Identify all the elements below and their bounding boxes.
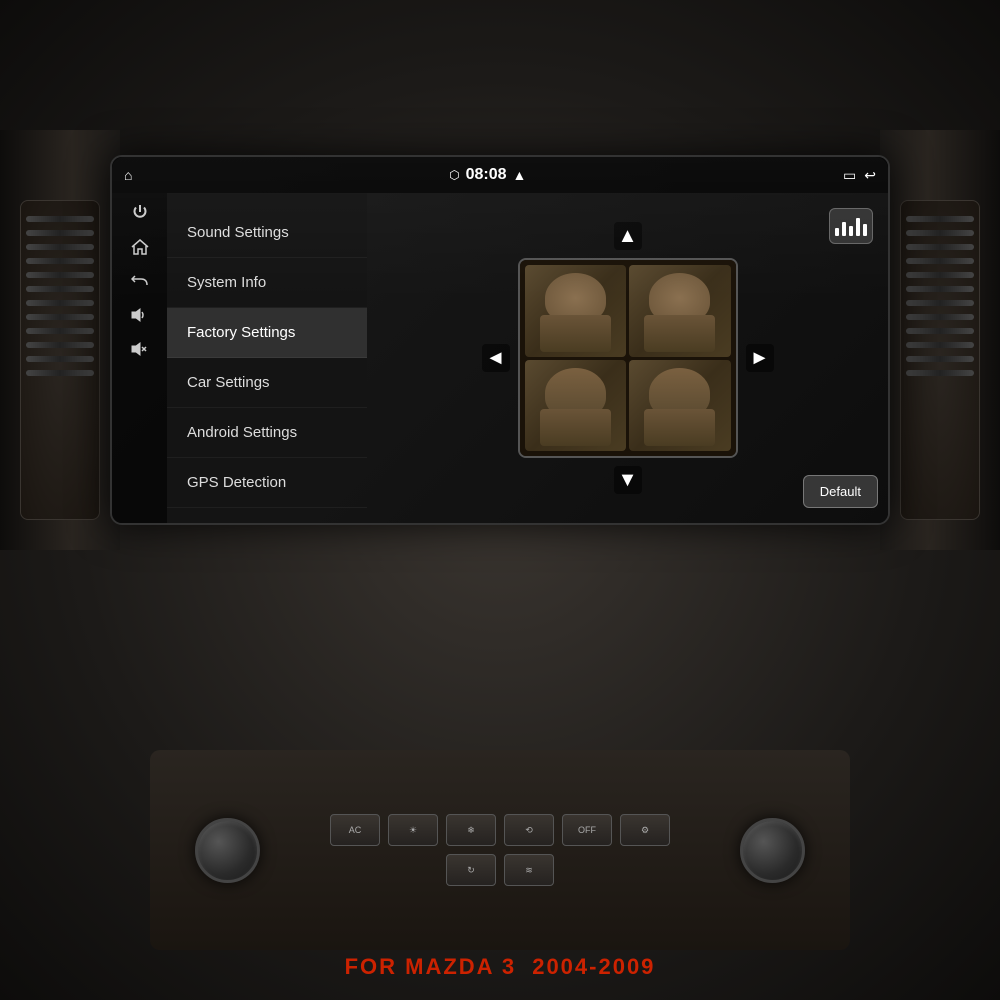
nav-down-button[interactable]: ▼ — [614, 466, 642, 494]
car-label: FOR MAZDA 3 2004-2009 — [345, 954, 656, 980]
menu-item-android-settings[interactable]: Android Settings — [167, 408, 367, 458]
left-vent — [20, 200, 100, 520]
car-label-prefix: FOR MAZDA 3 — [345, 954, 517, 979]
status-bar: ⌂ ⬡ 08:08 ▲ ▭ ↩ — [112, 157, 888, 193]
content-area: ▲ ◄ — [367, 193, 888, 523]
off-button[interactable]: OFF — [562, 814, 612, 846]
temperature-knob[interactable] — [195, 818, 260, 883]
nav-left-button[interactable]: ◄ — [482, 344, 510, 372]
seat-front-right — [629, 265, 731, 357]
undo-icon[interactable] — [131, 273, 149, 289]
back-icon[interactable]: ↩ — [864, 167, 876, 184]
seat-front-left — [525, 265, 627, 357]
defrost-rear-button[interactable]: ⟲ — [504, 814, 554, 846]
power-icon[interactable] — [131, 203, 149, 221]
window-icon[interactable]: ▭ — [843, 167, 856, 184]
nav-right-button[interactable]: ► — [746, 344, 774, 372]
volume-down-icon[interactable] — [131, 341, 149, 357]
menu-item-car-settings[interactable]: Car Settings — [167, 358, 367, 408]
camera-panel: ▲ ◄ — [377, 222, 878, 494]
controls-bottom: AC ☀ ❄ ⟲ OFF ⚙ ↻ ≋ — [150, 750, 850, 950]
defrost-front-button[interactable]: ❄ — [446, 814, 496, 846]
fan-knob[interactable] — [740, 818, 805, 883]
menu-item-sound-settings[interactable]: Sound Settings — [167, 208, 367, 258]
default-button[interactable]: Default — [803, 475, 878, 508]
camera-view — [518, 258, 738, 458]
home-icon[interactable]: ⌂ — [124, 167, 132, 183]
nav-home-icon[interactable] — [131, 239, 149, 255]
fan-icon-button[interactable]: ⚙ — [620, 814, 670, 846]
seat-rear-right — [629, 360, 731, 452]
control-buttons: AC ☀ ❄ ⟲ OFF ⚙ ↻ ≋ — [310, 814, 690, 886]
menu-item-factory-settings[interactable]: Factory Settings — [167, 308, 367, 358]
main-screen: ⌂ ⬡ 08:08 ▲ ▭ ↩ — [110, 155, 890, 525]
ac-button[interactable]: AC — [330, 814, 380, 846]
sun-button[interactable]: ☀ — [388, 814, 438, 846]
car-background: ⌂ ⬡ 08:08 ▲ ▭ ↩ — [0, 0, 1000, 1000]
sidebar — [112, 193, 167, 523]
menu-list: Sound Settings System Info Factory Setti… — [167, 193, 367, 523]
arrow-up-icon: ▲ — [513, 167, 527, 183]
menu-item-gps-detection[interactable]: GPS Detection — [167, 458, 367, 508]
right-vent — [900, 200, 980, 520]
volume-icon[interactable] — [131, 307, 149, 323]
nav-up-button[interactable]: ▲ — [614, 222, 642, 250]
bluetooth-icon: ⬡ — [449, 168, 459, 182]
seat-rear-left — [525, 360, 627, 452]
menu-item-system-info[interactable]: System Info — [167, 258, 367, 308]
clock-display: 08:08 — [466, 166, 507, 184]
airflow-button[interactable]: ≋ — [504, 854, 554, 886]
recirculate-button[interactable]: ↻ — [446, 854, 496, 886]
car-label-suffix: 2004-2009 — [532, 954, 655, 979]
